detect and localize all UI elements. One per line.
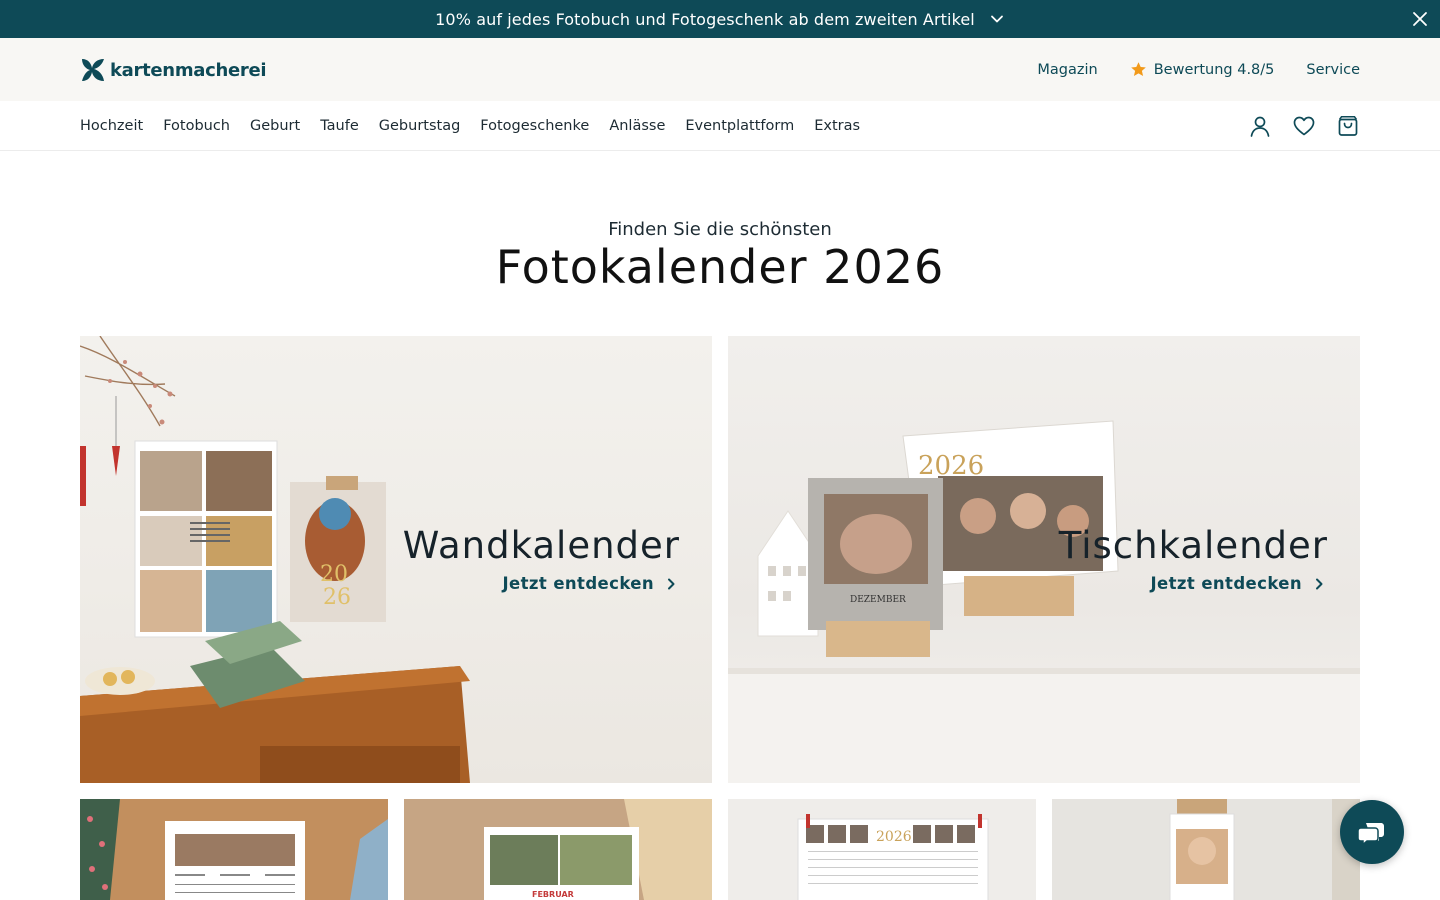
- nav-item-geburtstag[interactable]: Geburtstag: [379, 118, 461, 134]
- rating-text: Bewertung 4.8/5: [1153, 61, 1275, 78]
- cta-wandkalender[interactable]: Jetzt entdecken: [502, 574, 678, 593]
- wall-calendar-photo-2: FEBRUAR: [404, 799, 712, 900]
- chat-bubble-icon: [1357, 823, 1384, 847]
- svg-text:DEZEMBER: DEZEMBER: [850, 595, 906, 605]
- thumbnail-4[interactable]: [1052, 799, 1360, 900]
- svg-text:2026: 2026: [876, 829, 912, 845]
- thumbnail-1[interactable]: [80, 799, 388, 900]
- nav-item-taufe[interactable]: Taufe: [320, 118, 359, 134]
- hero-eyebrow: Finden Sie die schönsten: [608, 219, 832, 240]
- promo-text[interactable]: 10% auf jedes Fotobuch und Fotogeschenk …: [435, 10, 975, 29]
- top-header: kartenmacherei Magazin Bewertung 4.8/5 S…: [0, 38, 1440, 101]
- page-title: Fotokalender 2026: [495, 240, 945, 294]
- nav-item-hochzeit[interactable]: Hochzeit: [80, 118, 143, 134]
- nav-item-geburt[interactable]: Geburt: [250, 118, 300, 134]
- magazin-link[interactable]: Magazin: [1037, 62, 1097, 78]
- chevron-right-icon: [668, 578, 675, 589]
- thumbnail-2[interactable]: FEBRUAR: [404, 799, 712, 900]
- svg-text:FEBRUAR: FEBRUAR: [532, 890, 574, 899]
- nav-icons: [1228, 101, 1360, 151]
- heart-icon[interactable]: [1292, 114, 1316, 138]
- header-links: Magazin Bewertung 4.8/5 Service: [1005, 38, 1360, 101]
- nav-item-extras[interactable]: Extras: [814, 118, 860, 134]
- svg-text:20: 20: [320, 562, 348, 587]
- service-link[interactable]: Service: [1306, 62, 1360, 78]
- svg-text:26: 26: [323, 585, 351, 610]
- close-icon[interactable]: [1410, 9, 1430, 29]
- logo[interactable]: kartenmacherei: [80, 57, 267, 83]
- thumbnail-3[interactable]: 2026: [728, 799, 1036, 900]
- rating-link[interactable]: Bewertung 4.8/5: [1130, 61, 1275, 78]
- promo-bar[interactable]: 10% auf jedes Fotobuch und Fotogeschenk …: [0, 0, 1440, 38]
- nav-item-eventplattform[interactable]: Eventplattform: [685, 118, 794, 134]
- wall-calendar-photo-1: [80, 799, 388, 900]
- nav-item-fotobuch[interactable]: Fotobuch: [163, 118, 230, 134]
- nav-list: Hochzeit Fotobuch Geburt Taufe Geburtsta…: [80, 101, 880, 151]
- star-icon: [1130, 62, 1146, 76]
- main-nav: Hochzeit Fotobuch Geburt Taufe Geburtsta…: [0, 101, 1440, 151]
- nav-item-fotogeschenke[interactable]: Fotogeschenke: [480, 118, 589, 134]
- year-planner-photo: 2026: [728, 799, 1036, 900]
- cta-label: Jetzt entdecken: [1150, 574, 1302, 593]
- logo-mark-icon: [82, 59, 104, 81]
- chevron-down-icon[interactable]: [989, 11, 1005, 27]
- card-wandkalender[interactable]: 20 26 Wandkalender Jetzt entdecken: [80, 336, 712, 783]
- card-title-tischkalender: Tischkalender: [1058, 524, 1328, 567]
- desk-calendar-photo: [1052, 799, 1360, 900]
- card-title-wandkalender: Wandkalender: [402, 524, 680, 567]
- user-icon[interactable]: [1248, 114, 1272, 138]
- nav-item-anlaesse[interactable]: Anlässe: [609, 118, 665, 134]
- card-tischkalender[interactable]: 2026 DEZEMBER Tischkalender Jetzt entdec…: [728, 336, 1360, 783]
- chat-button[interactable]: [1340, 800, 1404, 864]
- cta-tischkalender[interactable]: Jetzt entdecken: [1150, 574, 1326, 593]
- cta-label: Jetzt entdecken: [502, 574, 654, 593]
- logo-text: kartenmacherei: [110, 59, 267, 81]
- shopping-bag-icon[interactable]: [1336, 114, 1360, 138]
- chevron-right-icon: [1316, 578, 1323, 589]
